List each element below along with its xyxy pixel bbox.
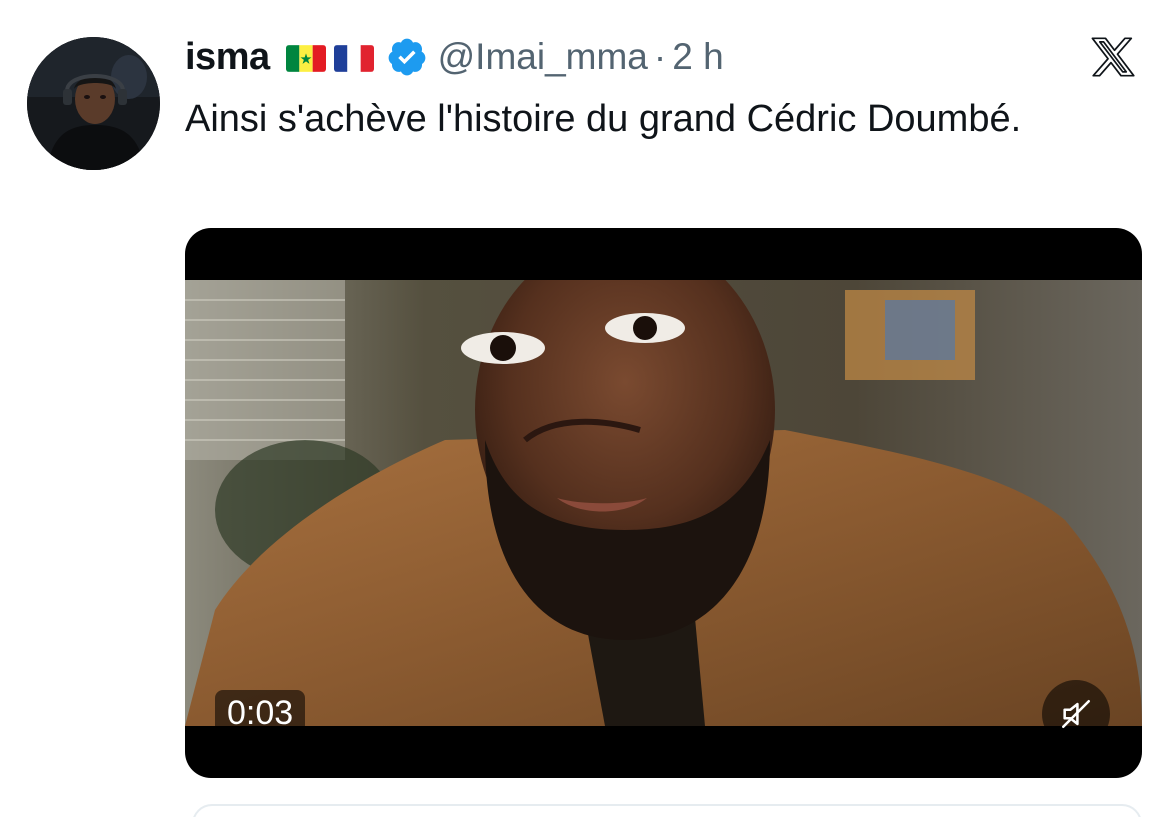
avatar-photo [27,37,160,170]
display-name[interactable]: isma [185,36,270,79]
video-frame[interactable] [185,280,1142,726]
speaker-muted-icon [1061,699,1091,729]
avatar[interactable] [27,37,160,170]
x-logo-icon[interactable] [1088,34,1138,80]
mute-button[interactable] [1042,680,1110,748]
separator-dot: · [653,36,667,77]
france-flag-icon [333,44,374,72]
video-timestamp: 0:03 [215,690,306,736]
user-handle[interactable]: @Imai_mma [438,36,648,78]
verified-badge-icon[interactable] [386,36,428,78]
next-content-card [192,804,1142,817]
tweet-text: Ainsi s'achève l'histoire du grand Cédri… [185,98,1022,140]
video-player[interactable]: 0:03 [185,228,1142,778]
post-time[interactable]: 2 h [672,36,723,78]
tweet-header: isma @Imai_mma · 2 h [185,34,724,80]
senegal-flag-icon [285,44,326,72]
